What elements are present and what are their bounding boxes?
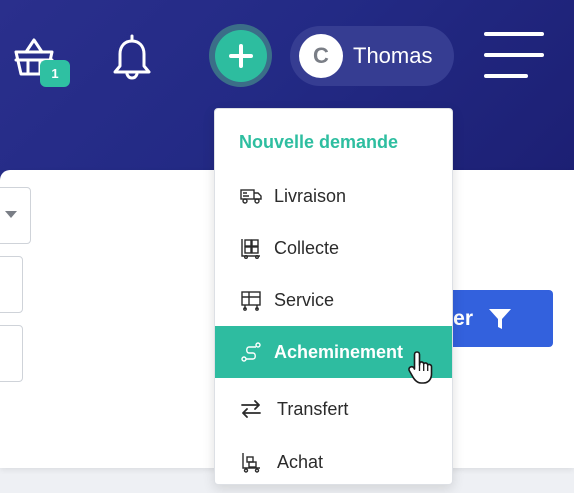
menu-item-label: Acheminement [274,341,404,362]
filter-select[interactable] [0,187,31,244]
plus-icon [228,43,253,68]
menu-item-collecte[interactable]: Collecte [215,222,452,274]
dropdown-title: Nouvelle demande [239,132,399,152]
hamburger-menu-icon[interactable] [484,30,544,80]
funnel-icon [489,308,512,329]
filter-input-1[interactable] [0,256,23,313]
hand-cursor-icon [407,350,437,386]
menu-item-transfert[interactable]: Transfert [215,383,452,435]
collection-cart-icon [239,236,263,260]
avatar: C [299,34,343,78]
menu-item-label: Collecte [274,237,340,258]
user-name: Thomas [353,43,433,68]
menu-item-label: Transfert [277,398,349,419]
cart-count-badge: 1 [40,60,70,87]
delivery-truck-icon [239,184,263,208]
new-request-dropdown: Nouvelle demande Livraison Collecte Serv… [214,108,453,485]
chevron-down-icon [5,211,17,218]
menu-item-label: Achat [277,451,324,472]
menu-item-label: Service [274,289,335,310]
new-request-button[interactable] [209,24,272,87]
bell-icon[interactable] [110,32,154,80]
filter-input-2[interactable] [0,325,23,382]
user-menu-button[interactable]: C Thomas [290,26,454,86]
menu-item-service[interactable]: Service [215,274,452,326]
purchase-trolley-icon [239,450,263,474]
service-cart-icon [239,288,263,312]
menu-item-achat[interactable]: Achat [215,436,452,488]
menu-item-livraison[interactable]: Livraison [215,170,452,222]
route-icon [239,340,263,364]
menu-item-label: Livraison [274,185,347,206]
transfer-arrows-icon [239,397,263,421]
